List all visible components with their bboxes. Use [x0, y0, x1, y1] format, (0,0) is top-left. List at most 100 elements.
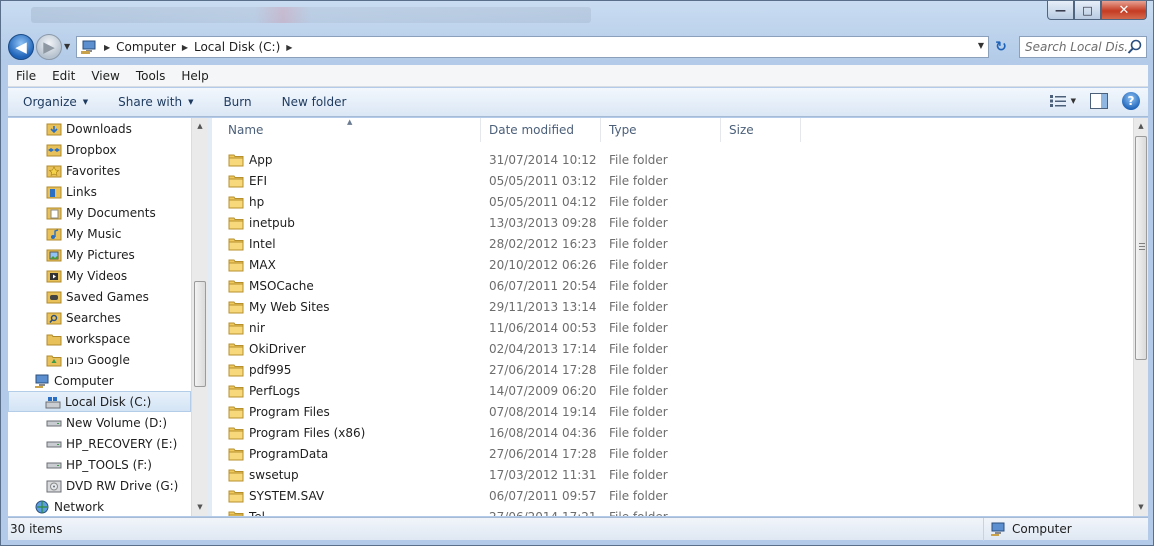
- file-row[interactable]: Tel 27/06/2014 17:21File folder: [212, 506, 802, 516]
- tree-item-computer[interactable]: Computer: [34, 370, 114, 391]
- tree-item-links[interactable]: Links: [46, 181, 97, 202]
- search-box[interactable]: Search Local Dis...: [1019, 36, 1147, 58]
- tree-item-favorites[interactable]: Favorites: [46, 160, 120, 181]
- file-row[interactable]: SYSTEM.SAV 06/07/2011 09:57 File folder: [212, 485, 802, 506]
- tree-item-downloads[interactable]: Downloads: [46, 118, 132, 139]
- file-row[interactable]: App 31/07/2014 10:12 File folder: [212, 149, 802, 170]
- breadcrumb-separator-icon[interactable]: ▶: [286, 43, 292, 52]
- burn-button[interactable]: Burn: [208, 95, 266, 109]
- file-row[interactable]: OkiDriver 02/04/2013 17:14 File folder: [212, 338, 802, 359]
- file-row[interactable]: MAX 20/10/2012 06:26 File folder: [212, 254, 802, 275]
- menu-help[interactable]: Help: [173, 69, 216, 83]
- scrollbar-thumb[interactable]: [1135, 136, 1147, 360]
- address-bar[interactable]: ▶ Computer ▶ Local Disk (C:) ▶ ▼: [76, 36, 989, 58]
- help-icon[interactable]: ?: [1122, 92, 1140, 110]
- tree-item-local-disk-c[interactable]: Local Disk (C:): [8, 391, 191, 412]
- breadcrumb-computer[interactable]: Computer: [116, 40, 176, 54]
- folder-icon: [228, 343, 244, 355]
- refresh-button[interactable]: ↻: [991, 37, 1011, 57]
- recent-pages-dropdown-icon[interactable]: ▼: [64, 42, 70, 51]
- file-row[interactable]: inetpub 13/03/2013 09:28 File folder: [212, 212, 802, 233]
- file-type: File folder: [609, 236, 668, 251]
- column-header-size[interactable]: Size: [721, 118, 801, 142]
- address-dropdown-icon[interactable]: ▼: [978, 41, 984, 50]
- tree-item-network[interactable]: Network: [34, 496, 104, 516]
- tree-label: My Documents: [66, 205, 156, 220]
- file-name-cell: Program Files (x86): [212, 426, 481, 440]
- tree-item-hp-recovery-e[interactable]: HP_RECOVERY (E:): [46, 433, 177, 454]
- preview-pane-icon[interactable]: [1090, 93, 1108, 109]
- tree-item-dropbox[interactable]: Dropbox: [46, 139, 117, 160]
- navigation-pane: Downloads Dropbox Favorites Links My Doc…: [8, 118, 208, 516]
- organize-button[interactable]: Organize ▼: [8, 95, 103, 109]
- tree-label: My Music: [66, 226, 122, 241]
- breadcrumb-separator-icon[interactable]: ▶: [182, 43, 188, 52]
- file-type: File folder: [609, 425, 668, 440]
- file-list-scrollbar[interactable]: ▲ ▼: [1133, 118, 1148, 516]
- file-row[interactable]: ProgramData 27/06/2014 17:28 File folder: [212, 443, 802, 464]
- back-button[interactable]: ◀: [8, 34, 34, 60]
- share-with-button[interactable]: Share with ▼: [103, 95, 208, 109]
- file-name-cell: Tel: [212, 510, 481, 516]
- file-name: inetpub: [249, 215, 295, 230]
- tree-item-my-documents[interactable]: My Documents: [46, 202, 156, 223]
- menu-file[interactable]: File: [8, 69, 44, 83]
- tree-label: Saved Games: [66, 289, 149, 304]
- tree-item-hp-tools-f[interactable]: HP_TOOLS (F:): [46, 454, 152, 475]
- maximize-button[interactable]: □: [1074, 1, 1101, 20]
- title-bar[interactable]: — □ ✕: [1, 1, 1153, 31]
- tree-item-new-volume-d[interactable]: New Volume (D:): [46, 412, 167, 433]
- file-row[interactable]: Program Files (x86) 16/08/2014 04:36 File …: [212, 422, 802, 443]
- scroll-up-icon[interactable]: ▲: [192, 118, 208, 134]
- pictures-icon: [46, 249, 62, 261]
- file-row[interactable]: My Web Sites 29/11/2013 13:14 File folder: [212, 296, 802, 317]
- dropbox-icon: [46, 144, 62, 156]
- minimize-button[interactable]: —: [1047, 1, 1074, 20]
- file-row[interactable]: swsetup 17/03/2012 11:31 File folder: [212, 464, 802, 485]
- file-row[interactable]: hp 05/05/2011 04:12 File folder: [212, 191, 802, 212]
- breadcrumb-separator-icon[interactable]: ▶: [104, 43, 110, 52]
- file-row[interactable]: PerfLogs 14/07/2009 06:20 File folder: [212, 380, 802, 401]
- tree-label: Searches: [66, 310, 121, 325]
- file-name-cell: My Web Sites: [212, 300, 481, 314]
- navigation-pane-scrollbar[interactable]: ▲ ▼: [191, 118, 208, 516]
- status-zone: Computer: [983, 517, 1072, 541]
- change-view-button[interactable]: ▼: [1049, 95, 1076, 107]
- column-header-date-modified[interactable]: Date modified: [481, 118, 601, 142]
- breadcrumb-local-disk[interactable]: Local Disk (C:): [194, 40, 280, 54]
- file-row[interactable]: Intel 28/02/2012 16:23 File folder: [212, 233, 802, 254]
- tree-item-my-videos[interactable]: My Videos: [46, 265, 127, 286]
- column-size-label: Size: [729, 123, 754, 137]
- new-folder-button[interactable]: New folder: [267, 95, 362, 109]
- tree-item-dvd-rw-g[interactable]: DVD RW Drive (G:): [46, 475, 178, 496]
- close-button[interactable]: ✕: [1101, 1, 1147, 20]
- folder-icon: [228, 469, 244, 481]
- tree-item-saved-games[interactable]: Saved Games: [46, 286, 149, 307]
- file-row[interactable]: nir 11/06/2014 00:53 File folder: [212, 317, 802, 338]
- search-input[interactable]: Search Local Dis...: [1020, 40, 1127, 54]
- file-row[interactable]: MSOCache 06/07/2011 20:54 File folder: [212, 275, 802, 296]
- tree-item-my-music[interactable]: My Music: [46, 223, 121, 244]
- menu-view[interactable]: View: [83, 69, 127, 83]
- file-row[interactable]: EFI 05/05/2011 03:12 File folder: [212, 170, 802, 191]
- tree-item-my-pictures[interactable]: My Pictures: [46, 244, 135, 265]
- tree-item-google-drive[interactable]: כונן Google: [46, 349, 130, 370]
- forward-button[interactable]: ▶: [36, 34, 62, 60]
- column-header-type[interactable]: Type: [601, 118, 721, 142]
- scrollbar-thumb[interactable]: [194, 281, 206, 387]
- status-zone-label: Computer: [1012, 522, 1072, 536]
- file-row[interactable]: Program Files 07/08/2014 19:14 File folder: [212, 401, 802, 422]
- file-type: File folder: [609, 320, 668, 335]
- dvd-drive-icon: [46, 480, 62, 492]
- menu-edit[interactable]: Edit: [44, 69, 83, 83]
- scroll-down-icon[interactable]: ▼: [192, 499, 208, 515]
- tree-item-workspace[interactable]: workspace: [46, 328, 130, 349]
- menu-tools[interactable]: Tools: [128, 69, 174, 83]
- file-row[interactable]: pdf995 27/06/2014 17:28 File folder: [212, 359, 802, 380]
- computer-icon: [991, 522, 1005, 536]
- chevron-down-icon[interactable]: ▼: [1071, 97, 1076, 105]
- scroll-down-icon[interactable]: ▼: [1133, 499, 1149, 515]
- scroll-up-icon[interactable]: ▲: [1133, 118, 1149, 134]
- tree-item-searches[interactable]: Searches: [46, 307, 121, 328]
- column-header-name[interactable]: Name ▲: [212, 118, 481, 142]
